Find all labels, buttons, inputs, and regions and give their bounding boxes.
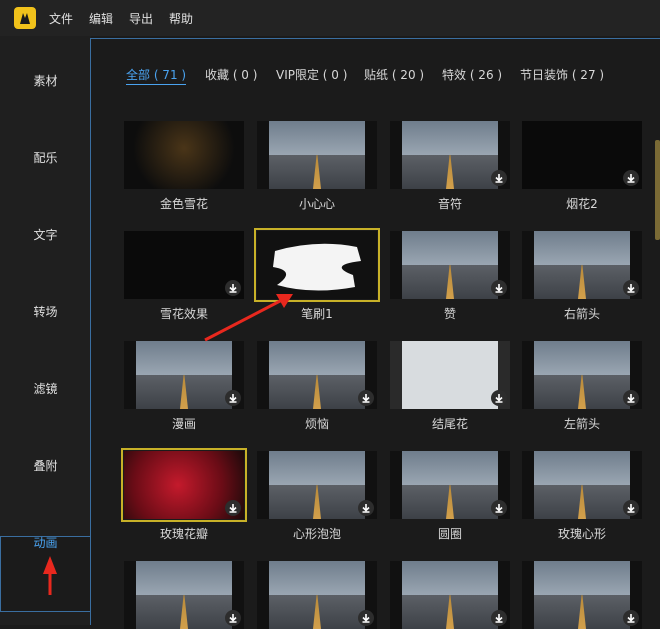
annotation-overlay bbox=[43, 294, 293, 595]
annotation-arrow-to-animation bbox=[43, 556, 57, 595]
annotation-arrow-to-brush bbox=[204, 294, 293, 342]
